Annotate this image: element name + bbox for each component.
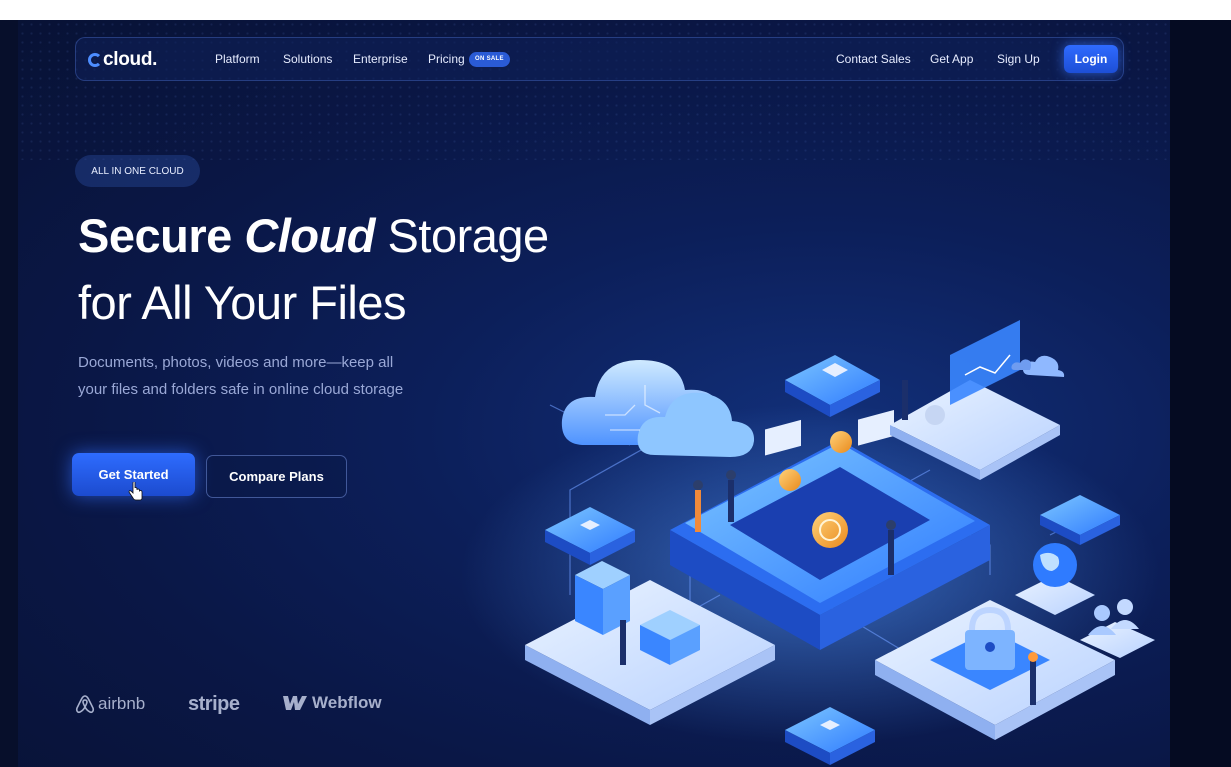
title-word-secure: Secure bbox=[78, 209, 232, 262]
sign-up-link[interactable]: Sign Up bbox=[997, 52, 1040, 66]
cloud-icon bbox=[561, 360, 755, 457]
brand-airbnb: airbnb bbox=[74, 693, 145, 715]
title-word-cloud: Cloud bbox=[244, 209, 375, 262]
nav-link-enterprise[interactable]: Enterprise bbox=[353, 52, 408, 66]
brand-stripe: stripe bbox=[188, 693, 240, 716]
nav-link-platform[interactable]: Platform bbox=[215, 52, 260, 66]
get-app-link[interactable]: Get App bbox=[930, 52, 973, 66]
compare-plans-button[interactable]: Compare Plans bbox=[206, 455, 347, 498]
stripe-wordmark: stripe bbox=[188, 693, 240, 715]
logo-text: cloud. bbox=[103, 49, 158, 70]
cloud-storage-illustration bbox=[460, 320, 1160, 765]
airbnb-wordmark: airbnb bbox=[98, 694, 146, 713]
logo-c-icon bbox=[88, 53, 102, 67]
brand-webflow: Webflow bbox=[282, 693, 382, 713]
category-pill: ALL IN ONE CLOUD bbox=[75, 155, 200, 187]
webflow-logo-icon bbox=[283, 696, 307, 710]
login-button[interactable]: Login bbox=[1064, 45, 1118, 73]
hero-title-line-2: for All Your Files bbox=[78, 276, 407, 329]
nav-link-pricing[interactable]: Pricing bbox=[428, 52, 465, 66]
contact-sales-link[interactable]: Contact Sales bbox=[836, 52, 911, 66]
shield-coin-icon bbox=[830, 431, 852, 453]
airbnb-logo-icon bbox=[75, 695, 95, 714]
window-edge-left bbox=[0, 20, 18, 767]
pointer-cursor-icon bbox=[128, 482, 143, 501]
browser-top-strip bbox=[0, 0, 1231, 20]
coin-icon bbox=[812, 512, 848, 548]
hero-subtitle-line-2: your files and folders safe in online cl… bbox=[78, 381, 404, 398]
window-edge-right bbox=[1170, 20, 1231, 767]
gear-icon bbox=[925, 405, 945, 425]
on-sale-badge: ON SALE bbox=[469, 52, 510, 67]
nav-link-solutions[interactable]: Solutions bbox=[283, 52, 332, 66]
title-word-storage: Storage bbox=[387, 209, 550, 262]
logo[interactable]: cloud. bbox=[88, 47, 157, 73]
hero-title-line-1: Secure Cloud Storage bbox=[78, 208, 549, 263]
webflow-wordmark: Webflow bbox=[312, 693, 382, 712]
landing-page: cloud. Platform Solutions Enterprise Pri… bbox=[18, 20, 1170, 767]
hero-subtitle-line-1: Documents, photos, videos and more—keep … bbox=[78, 354, 394, 371]
top-navigation: cloud. Platform Solutions Enterprise Pri… bbox=[75, 37, 1124, 81]
